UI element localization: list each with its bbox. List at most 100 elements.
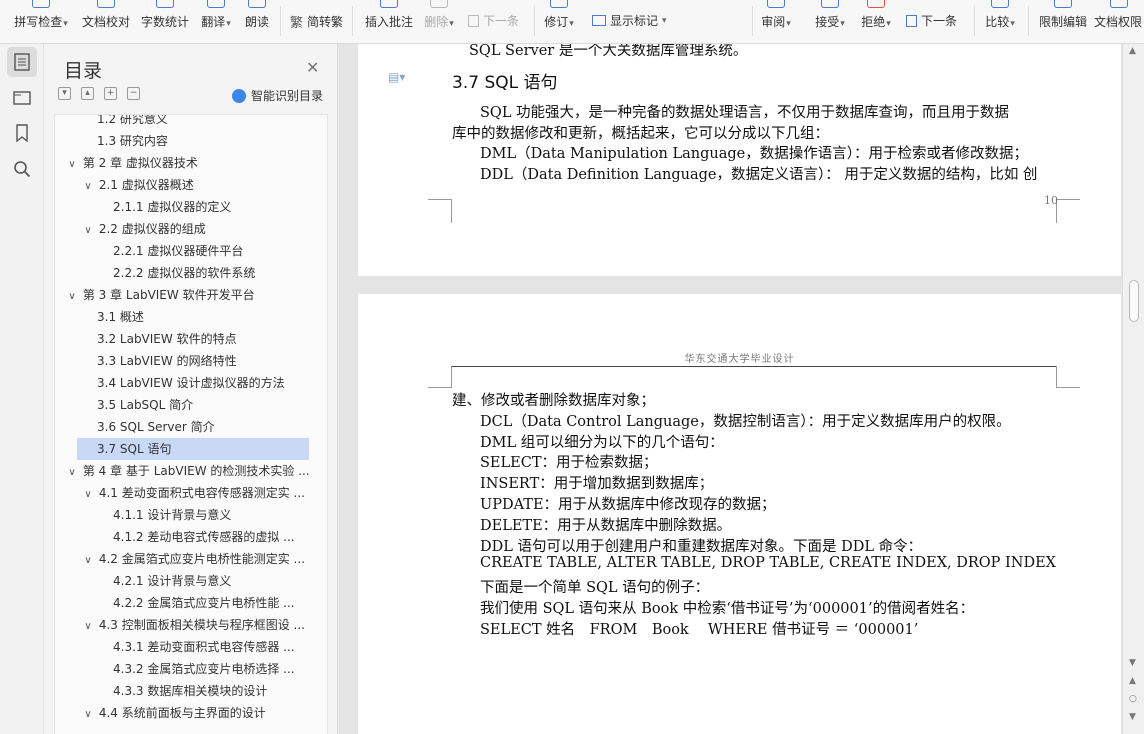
- remove-heading-icon[interactable]: −: [127, 87, 140, 100]
- toc-item[interactable]: 3.5 LabSQL 简介: [55, 394, 327, 416]
- scroll-thumb[interactable]: [1129, 280, 1139, 322]
- review-icon: [767, 0, 785, 8]
- toc-item-label: 2.1 虚拟仪器概述: [98, 178, 194, 192]
- chevron-down-icon[interactable]: ∨: [65, 154, 79, 174]
- chevron-down-icon[interactable]: ∨: [81, 484, 95, 504]
- toc-item-label: 2.2.2 虚拟仪器的软件系统: [113, 266, 256, 280]
- toc-item[interactable]: 3.6 SQL Server 简介: [55, 416, 327, 438]
- next-comment-button[interactable]: 下一条: [468, 12, 519, 29]
- doc-proof-button[interactable]: 文档校对: [78, 0, 134, 44]
- chevron-down-icon[interactable]: ∨: [81, 550, 95, 570]
- toc-panel-button[interactable]: [7, 47, 37, 77]
- spell-check-button[interactable]: 拼写检查: [10, 0, 72, 44]
- delete-comment-button[interactable]: 删除: [420, 0, 458, 44]
- toc-item[interactable]: ∨ 4.1 差动变面积式电容传感器测定实 ...: [55, 482, 327, 504]
- revise-button[interactable]: 修订: [540, 0, 578, 44]
- toc-item[interactable]: 3.4 LabVIEW 设计虚拟仪器的方法: [55, 372, 327, 394]
- close-icon[interactable]: ✕: [306, 58, 319, 77]
- bookmark-icon: [16, 124, 28, 142]
- doc-text-line: INSERT：用于增加数据到数据库；: [480, 476, 714, 493]
- chevron-down-icon[interactable]: ∨: [65, 286, 79, 306]
- simp-trad-icon: 繁: [290, 16, 304, 31]
- next-page-icon[interactable]: ▼: [1129, 712, 1136, 722]
- toc-item[interactable]: ∨ 2.1 虚拟仪器概述: [55, 174, 327, 196]
- toc-item[interactable]: 2.1.1 虚拟仪器的定义: [55, 196, 327, 218]
- doc-rights-button[interactable]: 文档权限: [1094, 0, 1144, 44]
- toc-item[interactable]: ∨ 第 3 章 LabVIEW 软件开发平台: [55, 284, 327, 306]
- toc-item[interactable]: 4.1.1 设计背景与意义: [55, 504, 327, 526]
- doc-rights-icon: [1110, 0, 1128, 8]
- select-browse-icon[interactable]: ○: [1129, 694, 1137, 704]
- accept-button[interactable]: 接受: [810, 0, 850, 44]
- toc-item[interactable]: ∨ 第 2 章 虚拟仪器技术: [55, 152, 327, 174]
- toc-item[interactable]: ∨ 4.3 控制面板相关模块与程序框图设 ...: [55, 614, 327, 636]
- folder-tree-icon: [13, 91, 31, 105]
- toc-item-label: 1.2 研究意义: [97, 114, 168, 126]
- toc-item[interactable]: 2.2.2 虚拟仪器的软件系统: [55, 262, 327, 284]
- toc-item-label: 2.2.1 虚拟仪器硬件平台: [113, 244, 244, 258]
- toc-item[interactable]: 4.3.3 数据库相关模块的设计: [55, 680, 327, 702]
- chevron-down-icon[interactable]: ∨: [81, 176, 95, 196]
- toc-item-label: 4.1 差动变面积式电容传感器测定实 ...: [98, 486, 305, 500]
- toc-item-label: 4.1.2 差动电容式传感器的虚拟 ...: [113, 530, 295, 544]
- toc-item-label: 4.3.1 差动变面积式电容传感器 ...: [113, 640, 295, 654]
- doc-text-line: 我们使用 SQL 语句来从 Book 中检索‘借书证号’为‘000001’的借阅…: [480, 601, 975, 617]
- toc-item-label: 4.4 系统前面板与主界面的设计: [98, 706, 266, 720]
- smart-recognize-icon: [232, 88, 246, 103]
- nav-pane-button[interactable]: [7, 82, 37, 112]
- search-icon: [14, 161, 31, 178]
- next-change-button[interactable]: 下一条: [906, 12, 957, 29]
- toc-item[interactable]: 3.3 LabVIEW 的网络特性: [55, 350, 327, 372]
- review-button[interactable]: 审阅: [756, 0, 796, 44]
- toc-item[interactable]: 3.2 LabVIEW 软件的特点: [55, 328, 327, 350]
- simp-trad-button[interactable]: 繁 简转繁: [290, 12, 343, 31]
- toc-item[interactable]: ∨ 2.2 虚拟仪器的组成: [55, 218, 327, 240]
- toc-item[interactable]: ∨ 4.2 金属箔式应变片电桥性能测定实 ...: [55, 548, 327, 570]
- show-marks-dropdown[interactable]: 显示标记 ▾: [592, 12, 667, 29]
- insert-comment-button[interactable]: 插入批注: [360, 0, 418, 44]
- restrict-edit-button[interactable]: 限制编辑: [1036, 0, 1090, 44]
- chevron-down-icon[interactable]: ∨: [81, 704, 95, 724]
- scroll-down-icon[interactable]: ▼: [1129, 658, 1136, 668]
- word-count-button[interactable]: 字数统计: [138, 0, 192, 44]
- reject-icon: [867, 0, 885, 8]
- toc-item-label: 3.7 SQL 语句: [97, 442, 172, 456]
- chevron-down-icon[interactable]: ∨: [81, 616, 95, 636]
- doc-text-line: DDL 语句可以用于创建用户和重建数据库对象。下面是 DDL 命令：: [480, 538, 923, 555]
- next-comment-icon: [468, 14, 479, 27]
- toc-item[interactable]: 4.3.2 金属箔式应变片电桥选择 ...: [55, 658, 327, 680]
- scroll-up-icon[interactable]: ▲: [1129, 46, 1136, 56]
- toc-item-label: 3.3 LabVIEW 的网络特性: [97, 354, 237, 368]
- toc-item[interactable]: ∨ 4.4 系统前面板与主界面的设计: [55, 702, 327, 724]
- read-aloud-icon: [248, 0, 266, 8]
- toc-item[interactable]: 4.2.1 设计背景与意义: [55, 570, 327, 592]
- translate-button[interactable]: 翻译: [196, 0, 236, 44]
- toc-item[interactable]: 1.3 研究内容: [55, 130, 327, 152]
- toc-item[interactable]: ∨ 第 4 章 基于 LabVIEW 的检测技术实验 ...: [55, 460, 327, 482]
- chevron-down-icon[interactable]: ∨: [81, 220, 95, 240]
- word-count-icon: [156, 0, 174, 8]
- smart-toc-button[interactable]: 智能识别目录: [232, 87, 323, 104]
- paragraph-style-icon[interactable]: ▤▾: [388, 70, 405, 84]
- toc-item[interactable]: 4.3.1 差动变面积式电容传感器 ...: [55, 636, 327, 658]
- compare-button[interactable]: 比较: [980, 0, 1020, 44]
- collapse-all-icon[interactable]: ▾: [58, 87, 71, 100]
- add-heading-icon[interactable]: +: [104, 87, 117, 100]
- toc-item[interactable]: 2.2.1 虚拟仪器硬件平台: [55, 240, 327, 262]
- toc-item[interactable]: 3.1 概述: [55, 306, 327, 328]
- expand-all-icon[interactable]: ▴: [81, 87, 94, 100]
- toc-item[interactable]: 3.7 SQL 语句: [77, 438, 309, 460]
- chevron-down-icon[interactable]: ∨: [65, 462, 79, 482]
- toc-item-label: 2.1.1 虚拟仪器的定义: [113, 200, 232, 214]
- toc-item[interactable]: 4.1.2 差动电容式传感器的虚拟 ...: [55, 526, 327, 548]
- reject-button[interactable]: 拒绝: [856, 0, 896, 44]
- prev-page-icon[interactable]: ▲: [1129, 676, 1136, 686]
- find-button[interactable]: [7, 154, 37, 184]
- toc-item[interactable]: 4.2.2 金属箔式应变片电桥性能 ...: [55, 592, 327, 614]
- toc-item-label: 4.1.1 设计背景与意义: [113, 508, 232, 522]
- toc-item[interactable]: 1.2 研究意义: [55, 114, 327, 130]
- read-aloud-button[interactable]: 朗读: [240, 0, 274, 44]
- vertical-scrollbar[interactable]: ▲ ▼ ▲ ○ ▼: [1122, 44, 1144, 734]
- restrict-edit-icon: [1054, 0, 1072, 8]
- bookmark-button[interactable]: [7, 118, 37, 148]
